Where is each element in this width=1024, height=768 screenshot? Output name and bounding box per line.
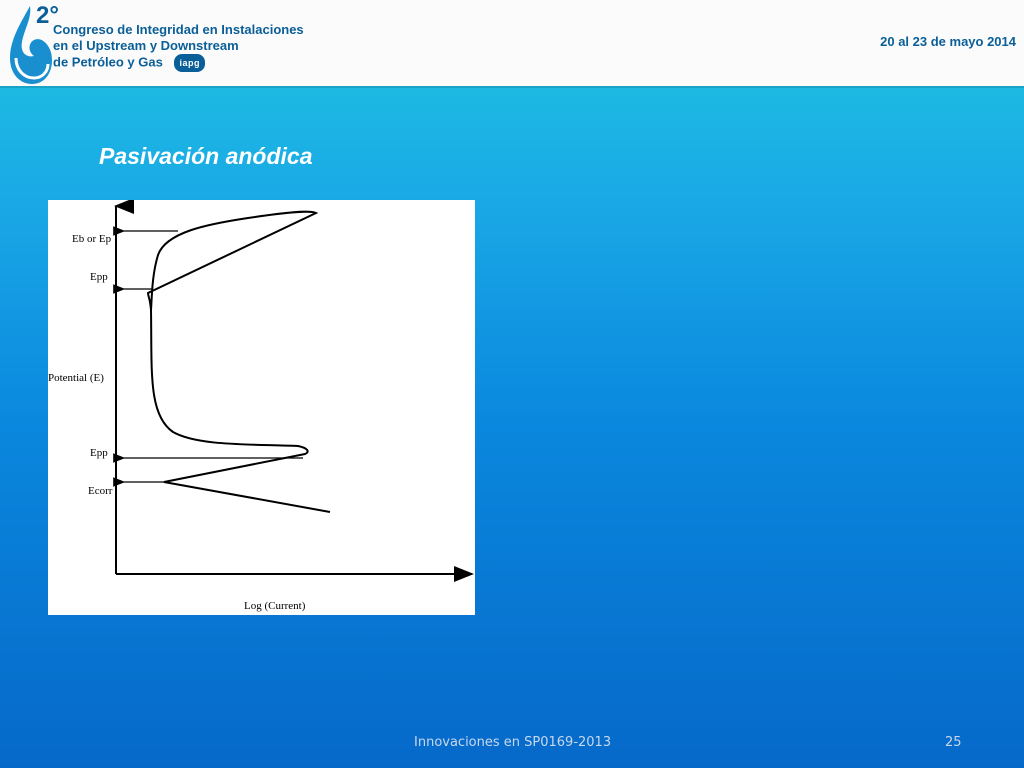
polarization-curve-diagram: Eb or Ep Epp Potential (E) Epp Ecorr Log… <box>48 200 474 612</box>
conference-line-1: Congreso de Integridad en Instalaciones <box>53 22 304 37</box>
conference-line-2: en el Upstream y Downstream <box>53 38 239 53</box>
label-y-axis: Potential (E) <box>48 372 104 384</box>
label-epp-top: Epp <box>90 271 108 283</box>
header-bar: 2° Congreso de Integridad en Instalacion… <box>0 0 1024 88</box>
label-eb-ep: Eb or Ep <box>72 233 112 245</box>
footer-text: Innovaciones en SP0169-2013 <box>414 735 612 750</box>
label-x-axis: Log (Current) <box>244 600 306 612</box>
passivation-diagram: Eb or Ep Epp Potential (E) Epp Ecorr Log… <box>48 200 475 615</box>
page-number: 25 <box>945 735 962 750</box>
label-ecorr: Ecorr <box>88 485 113 497</box>
conference-line-3: de Petróleo y Gas <box>53 54 163 70</box>
event-dates: 20 al 23 de mayo 2014 <box>880 34 1016 49</box>
iapg-logo: iapg <box>174 54 205 72</box>
conference-title: Congreso de Integridad en Instalaciones … <box>53 22 304 72</box>
label-epp-bottom: Epp <box>90 447 108 459</box>
slide-title: Pasivación anódica <box>99 143 313 169</box>
polarization-curve <box>146 210 331 513</box>
